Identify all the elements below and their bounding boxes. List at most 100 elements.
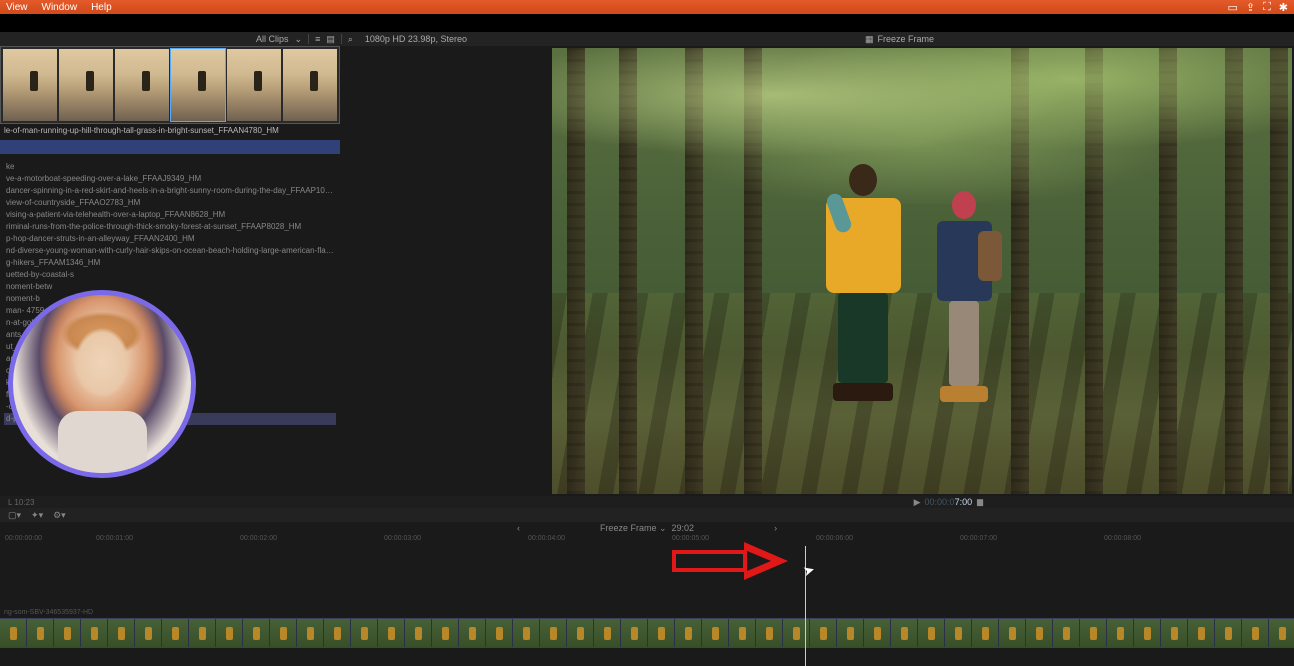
list-item[interactable]: dancer-spinning-in-a-red-skirt-and-heels… xyxy=(4,185,336,197)
list-item[interactable]: g-hikers_FFAAM1346_HM xyxy=(4,257,336,269)
cast-icon[interactable]: ▭ xyxy=(1227,1,1237,14)
timeline-frame[interactable] xyxy=(1188,619,1215,647)
list-item[interactable]: p-hop-dancer-struts-in-an-alleyway_FFAAN… xyxy=(4,233,336,245)
timeline-frame[interactable] xyxy=(135,619,162,647)
timeline-frame[interactable] xyxy=(891,619,918,647)
timeline-frame[interactable] xyxy=(189,619,216,647)
timeline-frame[interactable] xyxy=(351,619,378,647)
timeline-frame[interactable] xyxy=(540,619,567,647)
list-item[interactable]: uetted-by-coastal-s xyxy=(4,269,336,281)
timeline-frame[interactable] xyxy=(0,619,27,647)
timeline-frame[interactable] xyxy=(81,619,108,647)
list-item[interactable]: ve-a-motorboat-speeding-over-a-lake_FFAA… xyxy=(4,173,336,185)
timeline-frame[interactable] xyxy=(972,619,999,647)
clip-thumbnails[interactable] xyxy=(0,46,340,124)
search-icon[interactable]: ⌕ xyxy=(348,34,353,45)
thumb-frame[interactable] xyxy=(283,49,337,121)
timeline-ruler[interactable]: 00:00:00:00 00:00:01:00 00:00:02:00 00:0… xyxy=(0,534,1294,546)
thumb-frame[interactable] xyxy=(115,49,169,121)
timeline-frame[interactable] xyxy=(756,619,783,647)
list-item[interactable]: view-of-countryside_FFAAO2783_HM xyxy=(4,197,336,209)
thumb-frame[interactable] xyxy=(227,49,281,121)
ruler-mark: 00:00:03:00 xyxy=(384,535,421,542)
timeline-frame[interactable] xyxy=(1215,619,1242,647)
timeline-frame[interactable] xyxy=(243,619,270,647)
play-icon[interactable]: ▶ xyxy=(914,497,921,508)
timeline-frame[interactable] xyxy=(54,619,81,647)
menu-help[interactable]: Help xyxy=(91,2,112,13)
menu-window[interactable]: Window xyxy=(42,2,78,13)
timeline-frame[interactable] xyxy=(1080,619,1107,647)
next-icon[interactable]: › xyxy=(774,523,777,533)
menubar: View Window Help ▭ ⇪ ⛶ ✱ xyxy=(0,0,1294,14)
timeline-frame[interactable] xyxy=(1242,619,1269,647)
timeline-frame[interactable] xyxy=(162,619,189,647)
settings-icon[interactable]: ✱ xyxy=(1279,1,1288,14)
ruler-mark: 00:00:04:00 xyxy=(528,535,565,542)
timeline-frame[interactable] xyxy=(864,619,891,647)
share-icon[interactable]: ⇪ xyxy=(1246,1,1255,14)
title-bar xyxy=(0,14,1294,32)
timeline-frame[interactable] xyxy=(621,619,648,647)
chevron-down-icon[interactable]: ⌄ xyxy=(295,34,303,45)
viewer-mode-icon: ▦ xyxy=(865,34,874,45)
filmstrip-icon[interactable]: ≡ xyxy=(315,34,320,44)
timeline-frame[interactable] xyxy=(729,619,756,647)
timeline-frame[interactable] xyxy=(1107,619,1134,647)
menu-view[interactable]: View xyxy=(6,2,28,13)
selection-bar[interactable] xyxy=(0,140,340,154)
list-icon[interactable]: ▤ xyxy=(326,34,335,45)
thumb-frame[interactable] xyxy=(3,49,57,121)
audio-meter-icon[interactable]: ▮▮ xyxy=(976,497,982,508)
thumb-frame[interactable] xyxy=(171,49,225,121)
timeline-frame[interactable] xyxy=(702,619,729,647)
timeline-track[interactable] xyxy=(0,618,1294,648)
timecode: 00:00:07:00 xyxy=(925,497,973,508)
timeline-frame[interactable] xyxy=(1161,619,1188,647)
expand-icon[interactable]: ⛶ xyxy=(1263,1,1271,14)
list-item[interactable]: vising-a-patient-via-telehealth-over-a-l… xyxy=(4,209,336,221)
timeline-frame[interactable] xyxy=(459,619,486,647)
timeline-frame[interactable] xyxy=(432,619,459,647)
timeline-frame[interactable] xyxy=(270,619,297,647)
clips-filter[interactable]: All Clips xyxy=(256,34,289,44)
timeline-frame[interactable] xyxy=(837,619,864,647)
timeline-frame[interactable] xyxy=(324,619,351,647)
timeline-frame[interactable] xyxy=(405,619,432,647)
timeline-frame[interactable] xyxy=(216,619,243,647)
timeline-frame[interactable] xyxy=(513,619,540,647)
timeline-frame[interactable] xyxy=(810,619,837,647)
timeline-frame[interactable] xyxy=(108,619,135,647)
timeline-frame[interactable] xyxy=(648,619,675,647)
annotation-arrow xyxy=(672,548,797,574)
timeline-frame[interactable] xyxy=(675,619,702,647)
timeline-title[interactable]: Freeze Frame xyxy=(600,523,657,533)
timeline-frame[interactable] xyxy=(297,619,324,647)
timeline-frame[interactable] xyxy=(1134,619,1161,647)
list-item[interactable]: nd-diverse-young-woman-with-curly-hair-s… xyxy=(4,245,336,257)
video-preview[interactable] xyxy=(552,48,1292,494)
person-figure xyxy=(929,191,999,411)
timeline-frame[interactable] xyxy=(999,619,1026,647)
select-tool-icon[interactable]: ▢▾ xyxy=(8,510,21,521)
timeline-frame[interactable] xyxy=(1053,619,1080,647)
list-item[interactable]: ke xyxy=(4,161,336,173)
prev-icon[interactable]: ‹ xyxy=(517,523,520,533)
timeline-frame[interactable] xyxy=(918,619,945,647)
timeline-frame[interactable] xyxy=(1269,619,1294,647)
wand-tool-icon[interactable]: ✦▾ xyxy=(31,510,43,521)
timeline-frame[interactable] xyxy=(27,619,54,647)
list-item[interactable]: noment-betw xyxy=(4,281,336,293)
timeline-frame[interactable] xyxy=(945,619,972,647)
chevron-down-icon[interactable]: ⌄ xyxy=(659,523,667,533)
timeline-body[interactable]: ng-som-SBV-346535937-HD xyxy=(0,546,1294,666)
list-item[interactable]: riminal-runs-from-the-police-through-thi… xyxy=(4,221,336,233)
timeline-frame[interactable] xyxy=(486,619,513,647)
timeline-frame[interactable] xyxy=(378,619,405,647)
settings-tool-icon[interactable]: ⚙▾ xyxy=(53,510,66,521)
timeline-frame[interactable] xyxy=(594,619,621,647)
timeline-frame[interactable] xyxy=(567,619,594,647)
thumb-frame[interactable] xyxy=(59,49,113,121)
timeline-frame[interactable] xyxy=(1026,619,1053,647)
status-text: L 10:23 xyxy=(8,498,34,507)
